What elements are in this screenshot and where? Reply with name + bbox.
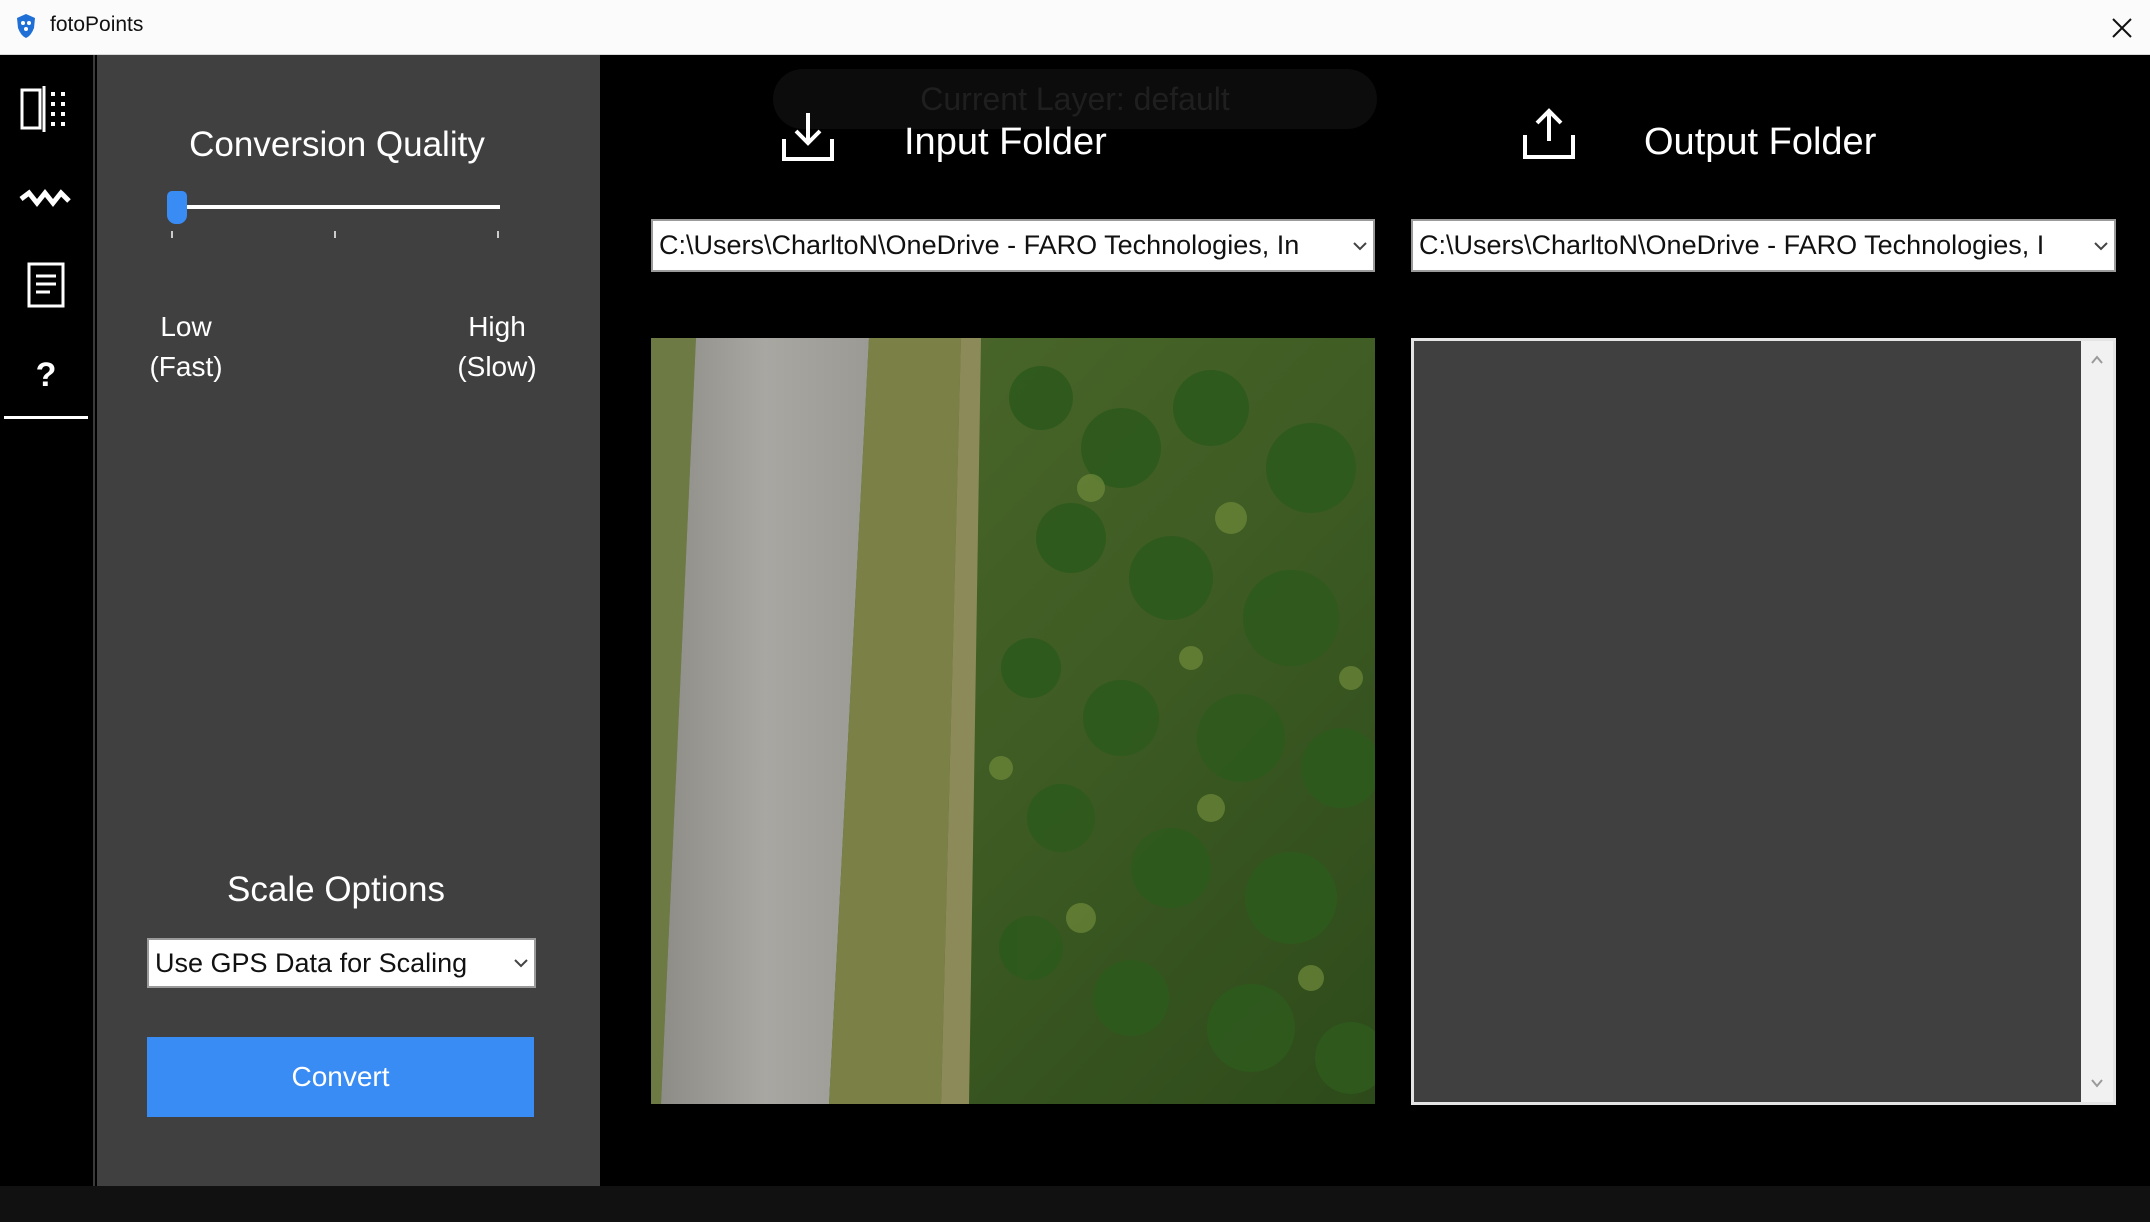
settings-panel: Conversion Quality Low (Fast) High (Slow… <box>97 55 600 1186</box>
split-view-icon <box>20 86 65 132</box>
fast-label: (Fast) <box>149 351 223 382</box>
app-title: fotoPoints <box>50 13 144 36</box>
rail-item-wave[interactable] <box>0 159 92 239</box>
output-folder-path: C:\Users\CharltoN\OneDrive - FARO Techno… <box>1419 230 2045 260</box>
scroll-down-button[interactable] <box>2081 1068 2113 1098</box>
scale-options-select[interactable]: Use GPS Data for Scaling <box>147 938 536 988</box>
slider-tick <box>334 231 336 238</box>
input-folder-select[interactable]: C:\Users\CharltoN\OneDrive - FARO Techno… <box>651 219 1375 272</box>
low-fast-label: Low (Fast) <box>141 307 231 387</box>
input-image-preview <box>651 338 1375 1104</box>
title-bar: fotoPoints <box>0 0 2150 55</box>
rail-item-split-view[interactable] <box>0 69 92 149</box>
main-area: Current Layer: default Input Folder Outp… <box>600 55 2150 1186</box>
download-icon <box>782 113 834 161</box>
output-folder-select[interactable]: C:\Users\CharltoN\OneDrive - FARO Techno… <box>1411 219 2116 272</box>
app-window: fotoPoints ? Conversion Quality Low (Fas… <box>0 0 2150 1222</box>
scroll-up-button[interactable] <box>2081 345 2113 375</box>
rail-item-document[interactable] <box>0 245 92 325</box>
slider-tick <box>171 231 173 238</box>
app-logo-icon <box>17 14 35 38</box>
high-label: High <box>468 311 526 342</box>
chevron-down-icon <box>2088 221 2114 270</box>
low-label: Low <box>160 311 212 342</box>
convert-button[interactable]: Convert <box>147 1037 534 1117</box>
current-layer-pill: Current Layer: default <box>773 69 1377 129</box>
document-icon <box>27 262 65 308</box>
close-icon <box>2112 17 2132 38</box>
scale-options-title: Scale Options <box>227 870 445 909</box>
rail-item-help[interactable]: ? <box>0 335 92 415</box>
aerial-photo-image <box>651 338 1375 1104</box>
icon-rail: ? <box>0 55 95 1186</box>
output-folder-title: Output Folder <box>1644 121 1877 163</box>
slow-label: (Slow) <box>457 351 537 382</box>
chevron-down-icon <box>508 940 534 986</box>
conversion-quality-title: Conversion Quality <box>189 125 485 164</box>
output-file-list[interactable] <box>1411 338 2116 1105</box>
chevron-down-icon <box>2091 1079 2103 1088</box>
wave-icon <box>19 189 71 208</box>
input-folder-path: C:\Users\CharltoN\OneDrive - FARO Techno… <box>659 230 1300 260</box>
bottom-strip <box>0 1186 2150 1222</box>
upload-icon <box>1523 108 1575 159</box>
quality-slider-thumb[interactable] <box>167 191 187 224</box>
slider-tick <box>497 231 499 238</box>
active-rail-indicator <box>4 416 88 419</box>
quality-slider-track[interactable] <box>169 205 500 209</box>
close-button[interactable] <box>2094 0 2150 55</box>
chevron-up-icon <box>2091 355 2103 364</box>
high-slow-label: High (Slow) <box>447 307 547 387</box>
scale-options-value: Use GPS Data for Scaling <box>155 947 468 978</box>
input-folder-title: Input Folder <box>904 121 1107 163</box>
chevron-down-icon <box>1347 221 1373 270</box>
help-icon: ? <box>35 355 57 394</box>
output-scrollbar[interactable] <box>2081 341 2113 1102</box>
